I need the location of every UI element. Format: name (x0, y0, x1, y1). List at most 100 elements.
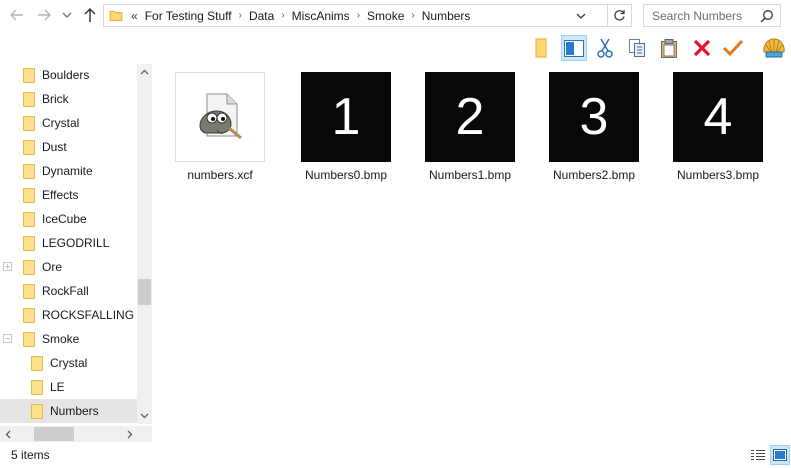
folder-icon (23, 140, 35, 155)
nav-item-label: Dust (42, 140, 67, 154)
nav-item-dust[interactable]: Dust (0, 135, 137, 159)
navigation-pane: Boulders Brick Crystal Dust Dynamite Eff… (0, 64, 152, 442)
nav-item-ore[interactable]: Ore (0, 255, 137, 279)
copy-button[interactable] (624, 35, 650, 61)
file-name: numbers.xcf (187, 168, 253, 182)
nav-item-label: Numbers (50, 404, 99, 418)
nav-item-le[interactable]: LE (0, 375, 137, 399)
file-thumbnail: 2 (425, 72, 515, 162)
nav-item-label: RockFall (42, 284, 89, 298)
large-icons-view-icon (773, 449, 787, 461)
file-list: numbers.xcf 1 Numbers0.bmp 2 Numbers1.bm… (157, 64, 791, 442)
collapse-icon[interactable] (3, 334, 12, 343)
item-count: 5 items (11, 448, 50, 462)
refresh-button[interactable] (608, 4, 632, 27)
folder-icon (23, 332, 35, 347)
forward-button[interactable] (33, 4, 55, 26)
recent-locations-button[interactable] (58, 4, 76, 26)
folder-icon (23, 92, 35, 107)
nav-vertical-scrollbar[interactable] (137, 64, 152, 424)
breadcrumb-overflow[interactable]: « (131, 9, 138, 23)
chevron-down-icon (140, 413, 149, 419)
scroll-left-button[interactable] (0, 426, 15, 442)
nav-item-legodrill[interactable]: LEGODRILL (0, 231, 137, 255)
nav-item-boulders[interactable]: Boulders (0, 63, 137, 87)
folder-icon (23, 164, 35, 179)
file-item[interactable]: numbers.xcf (174, 70, 266, 190)
chevron-right-icon[interactable]: › (411, 10, 414, 21)
folder-icon (23, 212, 35, 227)
file-item[interactable]: 1 Numbers0.bmp (300, 70, 392, 190)
nav-item-brick[interactable]: Brick (0, 87, 137, 111)
nav-item-label: Smoke (42, 332, 80, 346)
preview-pane-button[interactable] (561, 35, 587, 61)
breadcrumb-item[interactable]: Smoke (367, 9, 404, 23)
nav-item-smoke[interactable]: Smoke (0, 327, 137, 351)
breadcrumb-item[interactable]: Numbers (422, 9, 471, 23)
file-item[interactable]: 3 Numbers2.bmp (548, 70, 640, 190)
file-thumbnail: 1 (301, 72, 391, 162)
nav-item-icecube[interactable]: IceCube (0, 207, 137, 231)
nav-item-effects[interactable]: Effects (0, 183, 137, 207)
arrow-up-icon (84, 7, 96, 22)
scroll-right-button[interactable] (122, 426, 137, 442)
large-icons-view-button[interactable] (770, 445, 790, 465)
nav-item-label: Boulders (42, 68, 90, 82)
file-name: Numbers1.bmp (428, 168, 512, 182)
delete-button[interactable] (689, 35, 715, 61)
nav-item-numbers[interactable]: Numbers (0, 399, 137, 423)
shell-button[interactable] (761, 35, 787, 61)
paste-icon (661, 39, 677, 58)
chevron-down-icon (576, 13, 586, 19)
paste-button[interactable] (656, 35, 682, 61)
nav-item-smoke-crystal[interactable]: Crystal (0, 351, 137, 375)
up-button[interactable] (79, 4, 101, 26)
folder-icon (31, 404, 43, 419)
nav-horizontal-scrollbar[interactable] (0, 426, 137, 442)
nav-item-dynamite[interactable]: Dynamite (0, 159, 137, 183)
scroll-thumb[interactable] (34, 427, 74, 441)
refresh-icon (614, 10, 625, 21)
search-box[interactable] (643, 4, 781, 27)
nav-item-label: Effects (42, 188, 79, 202)
checkmark-icon (722, 39, 744, 57)
address-history-button[interactable] (573, 5, 589, 26)
nav-item-rocksfalling[interactable]: ROCKSFALLING (0, 303, 137, 327)
scroll-up-button[interactable] (137, 64, 152, 80)
properties-button[interactable] (720, 35, 746, 61)
nav-item-label: LE (50, 380, 65, 394)
nav-item-label: Brick (42, 92, 69, 106)
scroll-down-button[interactable] (137, 408, 152, 424)
file-item[interactable]: 2 Numbers1.bmp (424, 70, 516, 190)
thumbnail-digit: 3 (579, 88, 609, 146)
nav-item-label: ROCKSFALLING (42, 308, 135, 322)
address-bar[interactable]: « For Testing Stuff › Data › MiscAnims ›… (103, 4, 608, 27)
chevron-right-icon[interactable]: › (239, 10, 242, 21)
details-view-button[interactable] (749, 446, 767, 464)
search-icon[interactable] (760, 9, 774, 23)
file-thumbnail (175, 72, 265, 162)
file-thumbnail: 4 (673, 72, 763, 162)
nav-item-rockfall[interactable]: RockFall (0, 279, 137, 303)
scrollbar-corner (137, 426, 152, 442)
nav-item-label: IceCube (42, 212, 87, 226)
back-button[interactable] (6, 4, 28, 26)
nav-item-crystal[interactable]: Crystal (0, 111, 137, 135)
status-bar: 5 items (0, 442, 791, 468)
expand-icon[interactable] (3, 262, 12, 271)
search-input[interactable] (652, 8, 762, 23)
breadcrumb-item[interactable]: MiscAnims (292, 9, 350, 23)
nav-item-label: Dynamite (42, 164, 93, 178)
chevron-right-icon[interactable]: › (281, 10, 284, 21)
file-item[interactable]: 4 Numbers3.bmp (672, 70, 764, 190)
nav-item-label: Crystal (42, 116, 80, 130)
cut-button[interactable] (592, 35, 618, 61)
breadcrumb-item[interactable]: Data (249, 9, 274, 23)
scroll-thumb[interactable] (138, 279, 151, 305)
chevron-right-icon[interactable]: › (357, 10, 360, 21)
chevron-up-icon (140, 69, 149, 75)
folder-icon (23, 68, 35, 83)
file-name: Numbers3.bmp (676, 168, 760, 182)
breadcrumb-item[interactable]: For Testing Stuff (145, 9, 232, 23)
new-folder-button[interactable] (528, 35, 554, 61)
